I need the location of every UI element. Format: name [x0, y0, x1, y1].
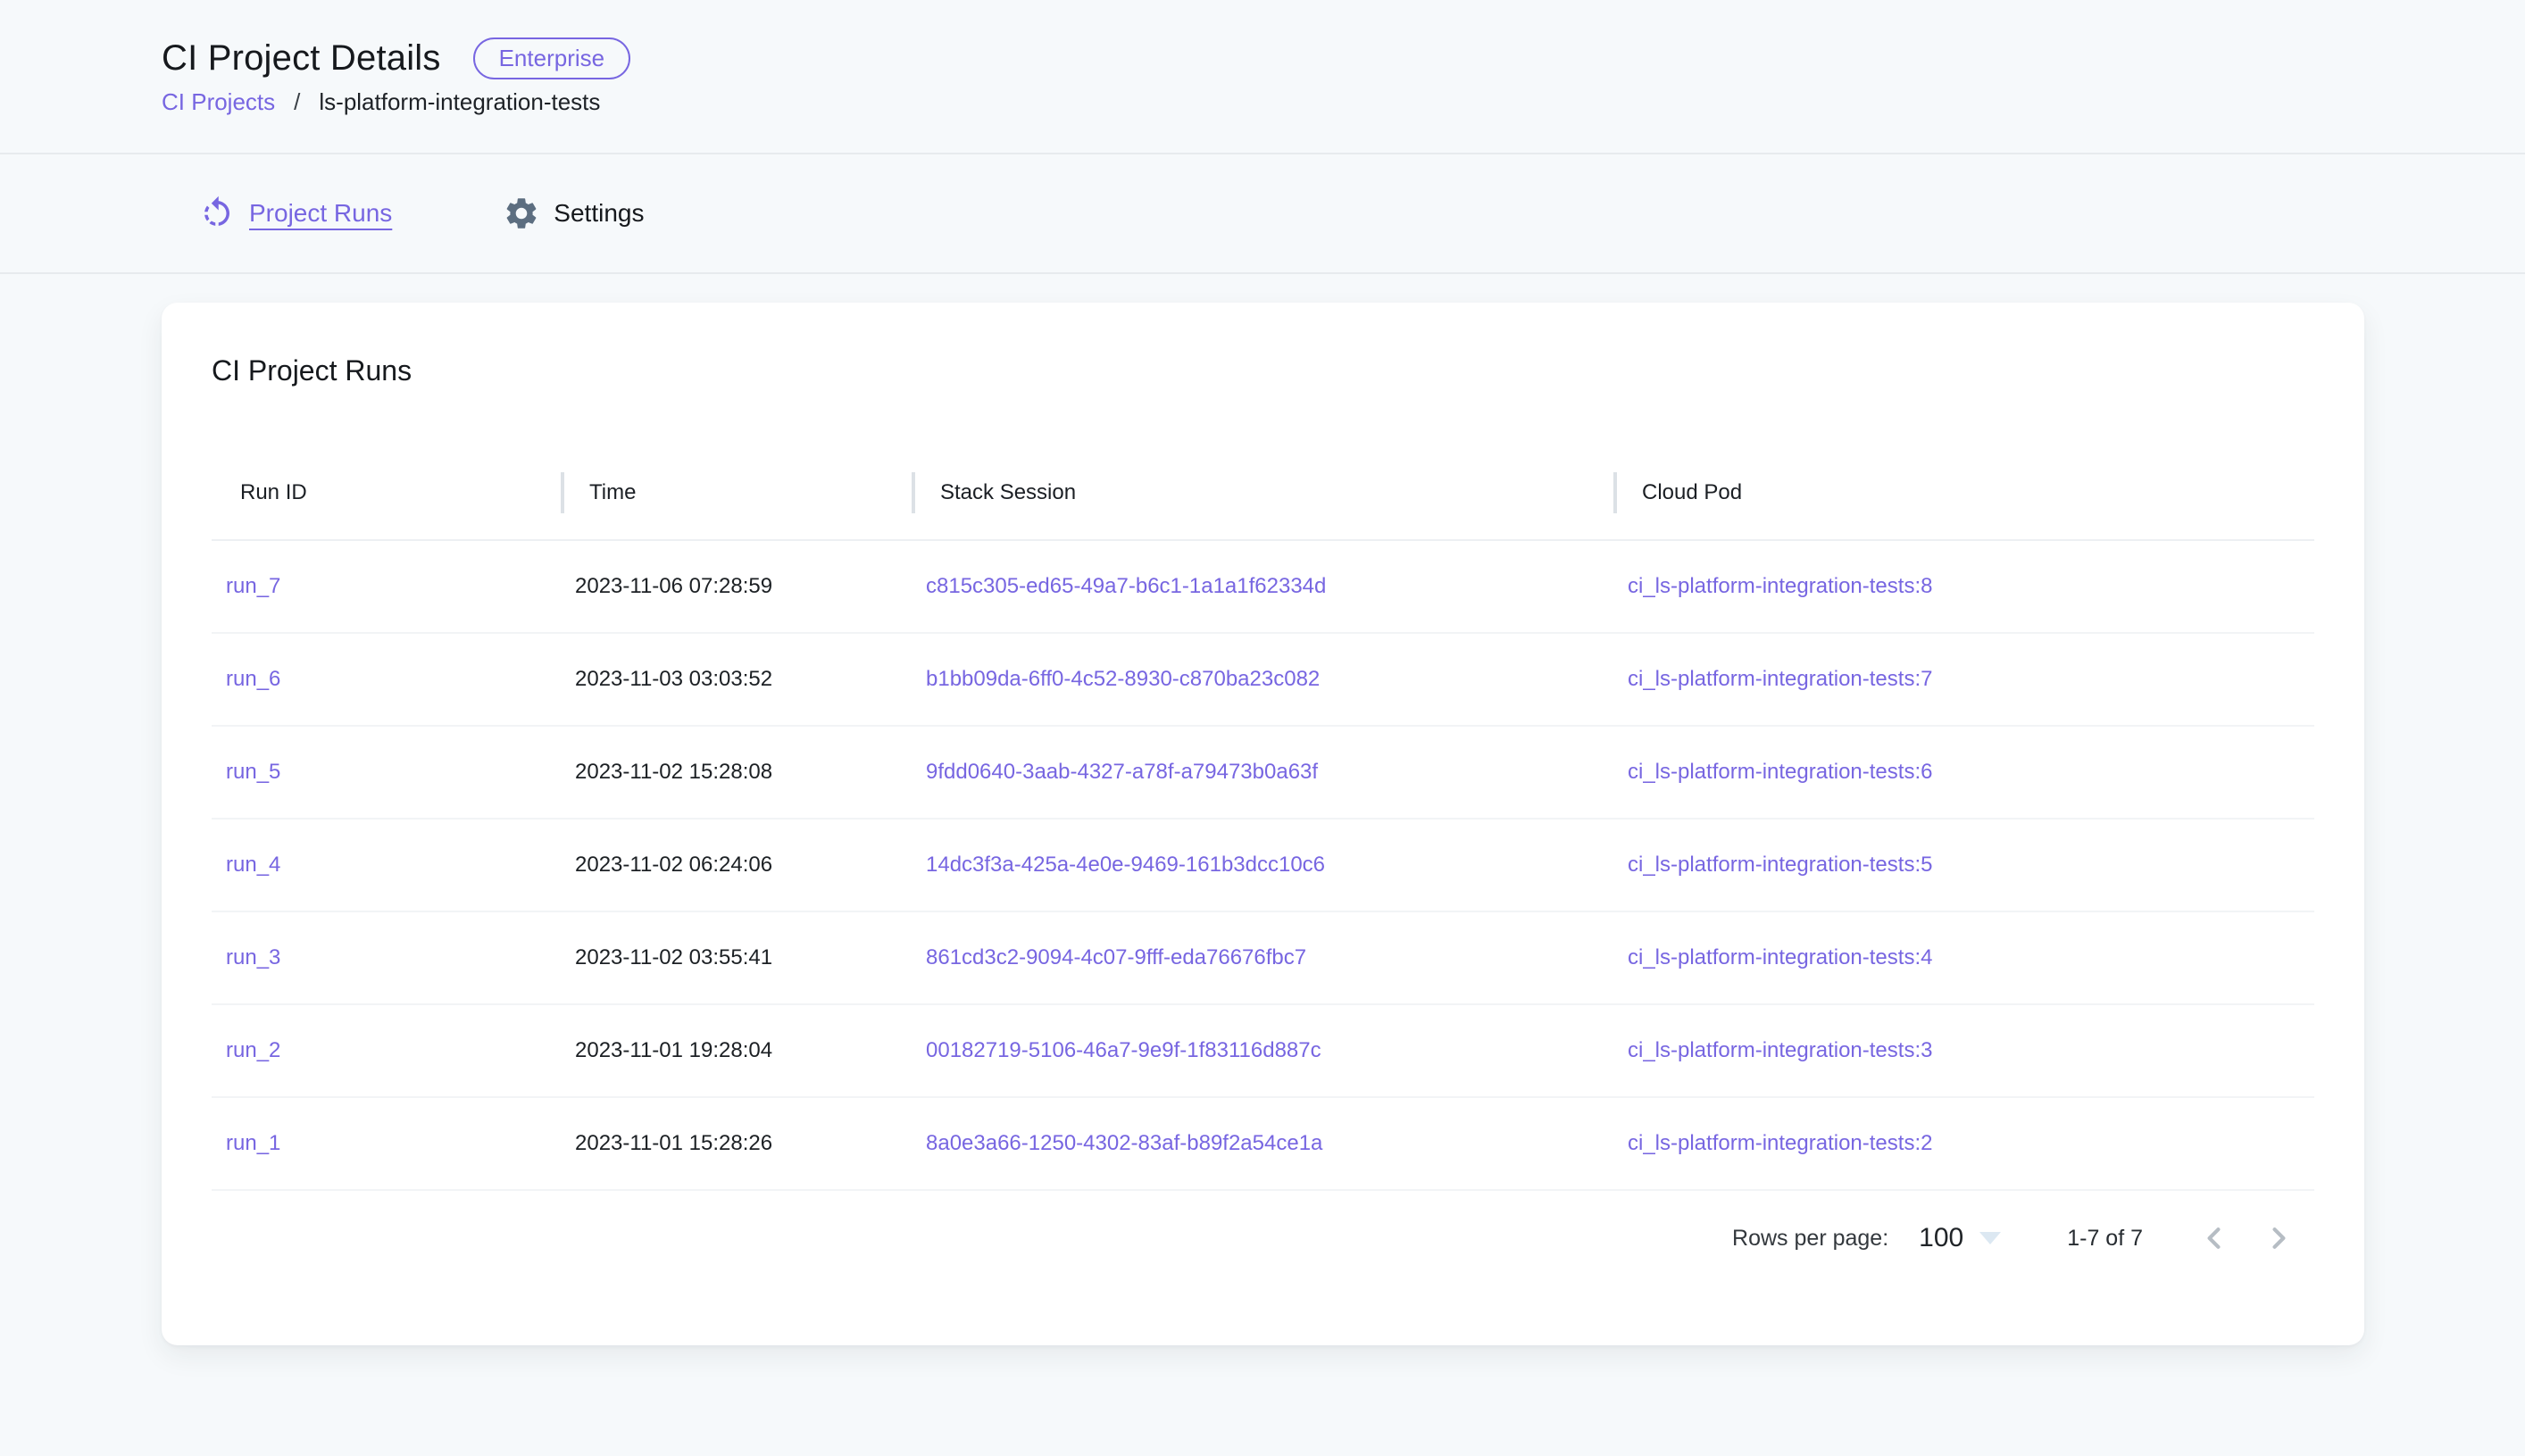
- run-time: 2023-11-02 15:28:08: [575, 760, 772, 784]
- table-row: run_3 2023-11-02 03:55:41 861cd3c2-9094-…: [212, 911, 2314, 1004]
- previous-page-button[interactable]: [2193, 1217, 2236, 1260]
- next-page-button[interactable]: [2257, 1217, 2300, 1260]
- column-header-stack-session: Stack Session: [912, 445, 1613, 540]
- run-id-link[interactable]: run_7: [226, 574, 280, 598]
- pagination-range: 1-7 of 7: [2067, 1226, 2143, 1252]
- table-row: run_2 2023-11-01 19:28:04 00182719-5106-…: [212, 1004, 2314, 1097]
- page: { "header": { "title": "CI Project Detai…: [0, 0, 2525, 1456]
- table-header-row: Run ID Time Stack Session Cloud Pod: [212, 445, 2314, 540]
- run-time: 2023-11-01 19:28:04: [575, 1038, 772, 1062]
- run-id-link[interactable]: run_1: [226, 1131, 280, 1155]
- breadcrumb-current: ls-platform-integration-tests: [319, 88, 600, 116]
- tab-project-runs[interactable]: Project Runs: [198, 195, 392, 232]
- stack-session-link[interactable]: 00182719-5106-46a7-9e9f-1f83116d887c: [926, 1038, 1321, 1062]
- stack-session-link[interactable]: 861cd3c2-9094-4c07-9fff-eda76676fbc7: [926, 945, 1306, 969]
- tab-settings-label: Settings: [554, 199, 644, 228]
- run-time: 2023-11-01 15:28:26: [575, 1131, 772, 1155]
- breadcrumb-link-ci-projects[interactable]: CI Projects: [162, 88, 275, 116]
- run-id-link[interactable]: run_4: [226, 853, 280, 877]
- page-title: CI Project Details: [162, 37, 441, 79]
- stack-session-link[interactable]: 8a0e3a66-1250-4302-83af-b89f2a54ce1a: [926, 1131, 1322, 1155]
- enterprise-badge: Enterprise: [473, 37, 631, 79]
- table-row: run_7 2023-11-06 07:28:59 c815c305-ed65-…: [212, 540, 2314, 633]
- pagination: Rows per page: 100 1-7 of 7: [212, 1191, 2314, 1285]
- table-row: run_5 2023-11-02 15:28:08 9fdd0640-3aab-…: [212, 726, 2314, 819]
- table-row: run_4 2023-11-02 06:24:06 14dc3f3a-425a-…: [212, 819, 2314, 911]
- table-row: run_1 2023-11-01 15:28:26 8a0e3a66-1250-…: [212, 1097, 2314, 1190]
- ci-project-runs-card: CI Project Runs Run ID Time Stack Sessio…: [162, 303, 2364, 1345]
- tab-project-runs-label: Project Runs: [249, 199, 392, 228]
- run-time: 2023-11-02 06:24:06: [575, 853, 772, 877]
- run-time: 2023-11-03 03:03:52: [575, 667, 772, 691]
- column-header-time: Time: [561, 445, 912, 540]
- cloud-pod-link[interactable]: ci_ls-platform-integration-tests:5: [1628, 853, 1932, 877]
- stack-session-link[interactable]: c815c305-ed65-49a7-b6c1-1a1a1f62334d: [926, 574, 1326, 598]
- chevron-left-icon: [2197, 1221, 2231, 1255]
- rows-per-page-label: Rows per page:: [1732, 1226, 1888, 1252]
- card-heading: CI Project Runs: [212, 303, 2314, 388]
- main-content: CI Project Runs Run ID Time Stack Sessio…: [0, 303, 2525, 1345]
- table-row: run_6 2023-11-03 03:03:52 b1bb09da-6ff0-…: [212, 633, 2314, 726]
- tab-settings[interactable]: Settings: [503, 195, 644, 232]
- cloud-pod-link[interactable]: ci_ls-platform-integration-tests:2: [1628, 1131, 1932, 1155]
- chevron-right-icon: [2262, 1221, 2296, 1255]
- cloud-pod-link[interactable]: ci_ls-platform-integration-tests:8: [1628, 574, 1932, 598]
- dropdown-caret-icon: [1979, 1232, 2001, 1244]
- run-id-link[interactable]: run_6: [226, 667, 280, 691]
- cloud-pod-link[interactable]: ci_ls-platform-integration-tests:3: [1628, 1038, 1932, 1062]
- runs-table-body: run_7 2023-11-06 07:28:59 c815c305-ed65-…: [212, 540, 2314, 1190]
- breadcrumb-separator: /: [294, 88, 300, 116]
- column-header-run-id: Run ID: [212, 445, 561, 540]
- stack-session-link[interactable]: b1bb09da-6ff0-4c52-8930-c870ba23c082: [926, 667, 1320, 691]
- stack-session-link[interactable]: 14dc3f3a-425a-4e0e-9469-161b3dcc10c6: [926, 853, 1325, 877]
- run-id-link[interactable]: run_5: [226, 760, 280, 784]
- cloud-pod-link[interactable]: ci_ls-platform-integration-tests:6: [1628, 760, 1932, 784]
- stack-session-link[interactable]: 9fdd0640-3aab-4327-a78f-a79473b0a63f: [926, 760, 1318, 784]
- tab-bar: Project Runs Settings: [0, 154, 2525, 274]
- gear-icon: [503, 195, 540, 232]
- runs-table: Run ID Time Stack Session Cloud Pod run_…: [212, 445, 2314, 1191]
- cloud-pod-link[interactable]: ci_ls-platform-integration-tests:7: [1628, 667, 1932, 691]
- breadcrumb: CI Projects / ls-platform-integration-te…: [162, 88, 2525, 116]
- cloud-pod-link[interactable]: ci_ls-platform-integration-tests:4: [1628, 945, 1932, 969]
- page-header: CI Project Details Enterprise CI Project…: [0, 0, 2525, 154]
- run-id-link[interactable]: run_2: [226, 1038, 280, 1062]
- column-header-cloud-pod: Cloud Pod: [1613, 445, 2314, 540]
- rows-per-page-value: 100: [1919, 1223, 1963, 1253]
- run-time: 2023-11-02 03:55:41: [575, 945, 772, 969]
- history-icon: [198, 195, 236, 232]
- run-time: 2023-11-06 07:28:59: [575, 574, 772, 598]
- run-id-link[interactable]: run_3: [226, 945, 280, 969]
- rows-per-page-select[interactable]: 100: [1919, 1223, 2001, 1253]
